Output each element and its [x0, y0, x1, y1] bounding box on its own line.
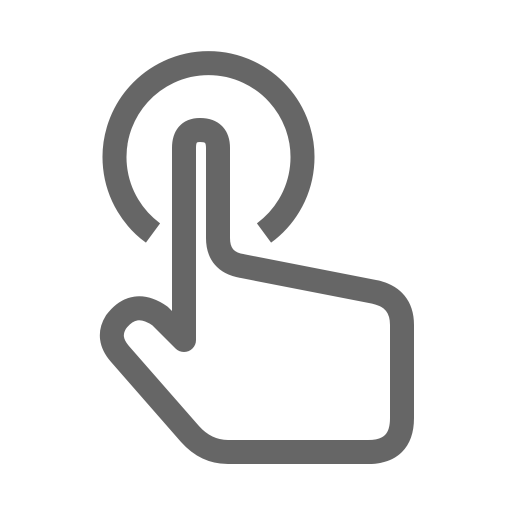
icon-canvas	[0, 0, 512, 512]
pointing-hand-icon	[99, 118, 414, 464]
tap-gesture-icon	[99, 51, 414, 464]
